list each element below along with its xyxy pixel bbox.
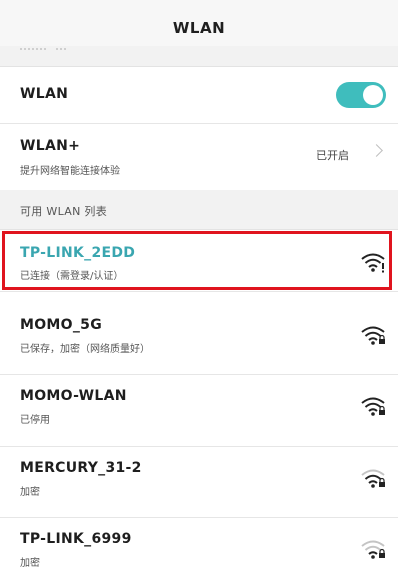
network-ssid: MOMO-WLAN [20,388,127,404]
network-item[interactable]: MOMO_5G 已保存，加密（网络质量好） [0,304,398,375]
switch-knob [363,85,383,105]
wlan-plus-description: 提升网络智能连接体验 [20,166,120,177]
network-ssid: TP-LINK_6999 [20,531,132,547]
network-status: 已保存，加密（网络质量好） [20,344,150,355]
wlan-label: WLAN [20,86,69,102]
network-status: 已停用 [20,415,50,426]
faded-text [20,48,46,53]
wlan-plus-label: WLAN+ [20,138,81,154]
network-item[interactable]: MERCURY_31-2 加密 [0,447,398,518]
chevron-right-icon [370,144,383,157]
wlan-plus-status: 已开启 [316,149,349,162]
network-status: 已连接（需登录/认证） [20,271,124,282]
wlan-toggle-row[interactable]: WLAN [0,67,398,124]
scroll-edge-strip [0,46,398,67]
network-item[interactable]: TP-LINK_6999 加密 [0,518,398,585]
network-status: 加密 [20,558,40,569]
wifi-signal-icon [361,326,385,345]
available-networks-header: 可用 WLAN 列表 [0,190,398,230]
network-item[interactable]: MOMO-WLAN 已停用 [0,375,398,447]
network-ssid: TP-LINK_2EDD [20,245,136,261]
wlan-plus-row[interactable]: WLAN+ 提升网络智能连接体验 已开启 [0,124,398,190]
wifi-signal-icon [361,253,385,273]
wifi-signal-icon [361,540,385,559]
page-title: WLAN [172,18,226,37]
wlan-switch[interactable] [336,82,386,108]
network-ssid: MOMO_5G [20,317,102,333]
faded-text [56,48,66,53]
section-title: 可用 WLAN 列表 [20,205,108,218]
wifi-signal-icon [361,469,385,488]
network-ssid: MERCURY_31-2 [20,460,142,476]
wifi-signal-icon [361,397,385,416]
network-item[interactable]: TP-LINK_2EDD 已连接（需登录/认证） [0,230,398,292]
network-status: 加密 [20,487,40,498]
